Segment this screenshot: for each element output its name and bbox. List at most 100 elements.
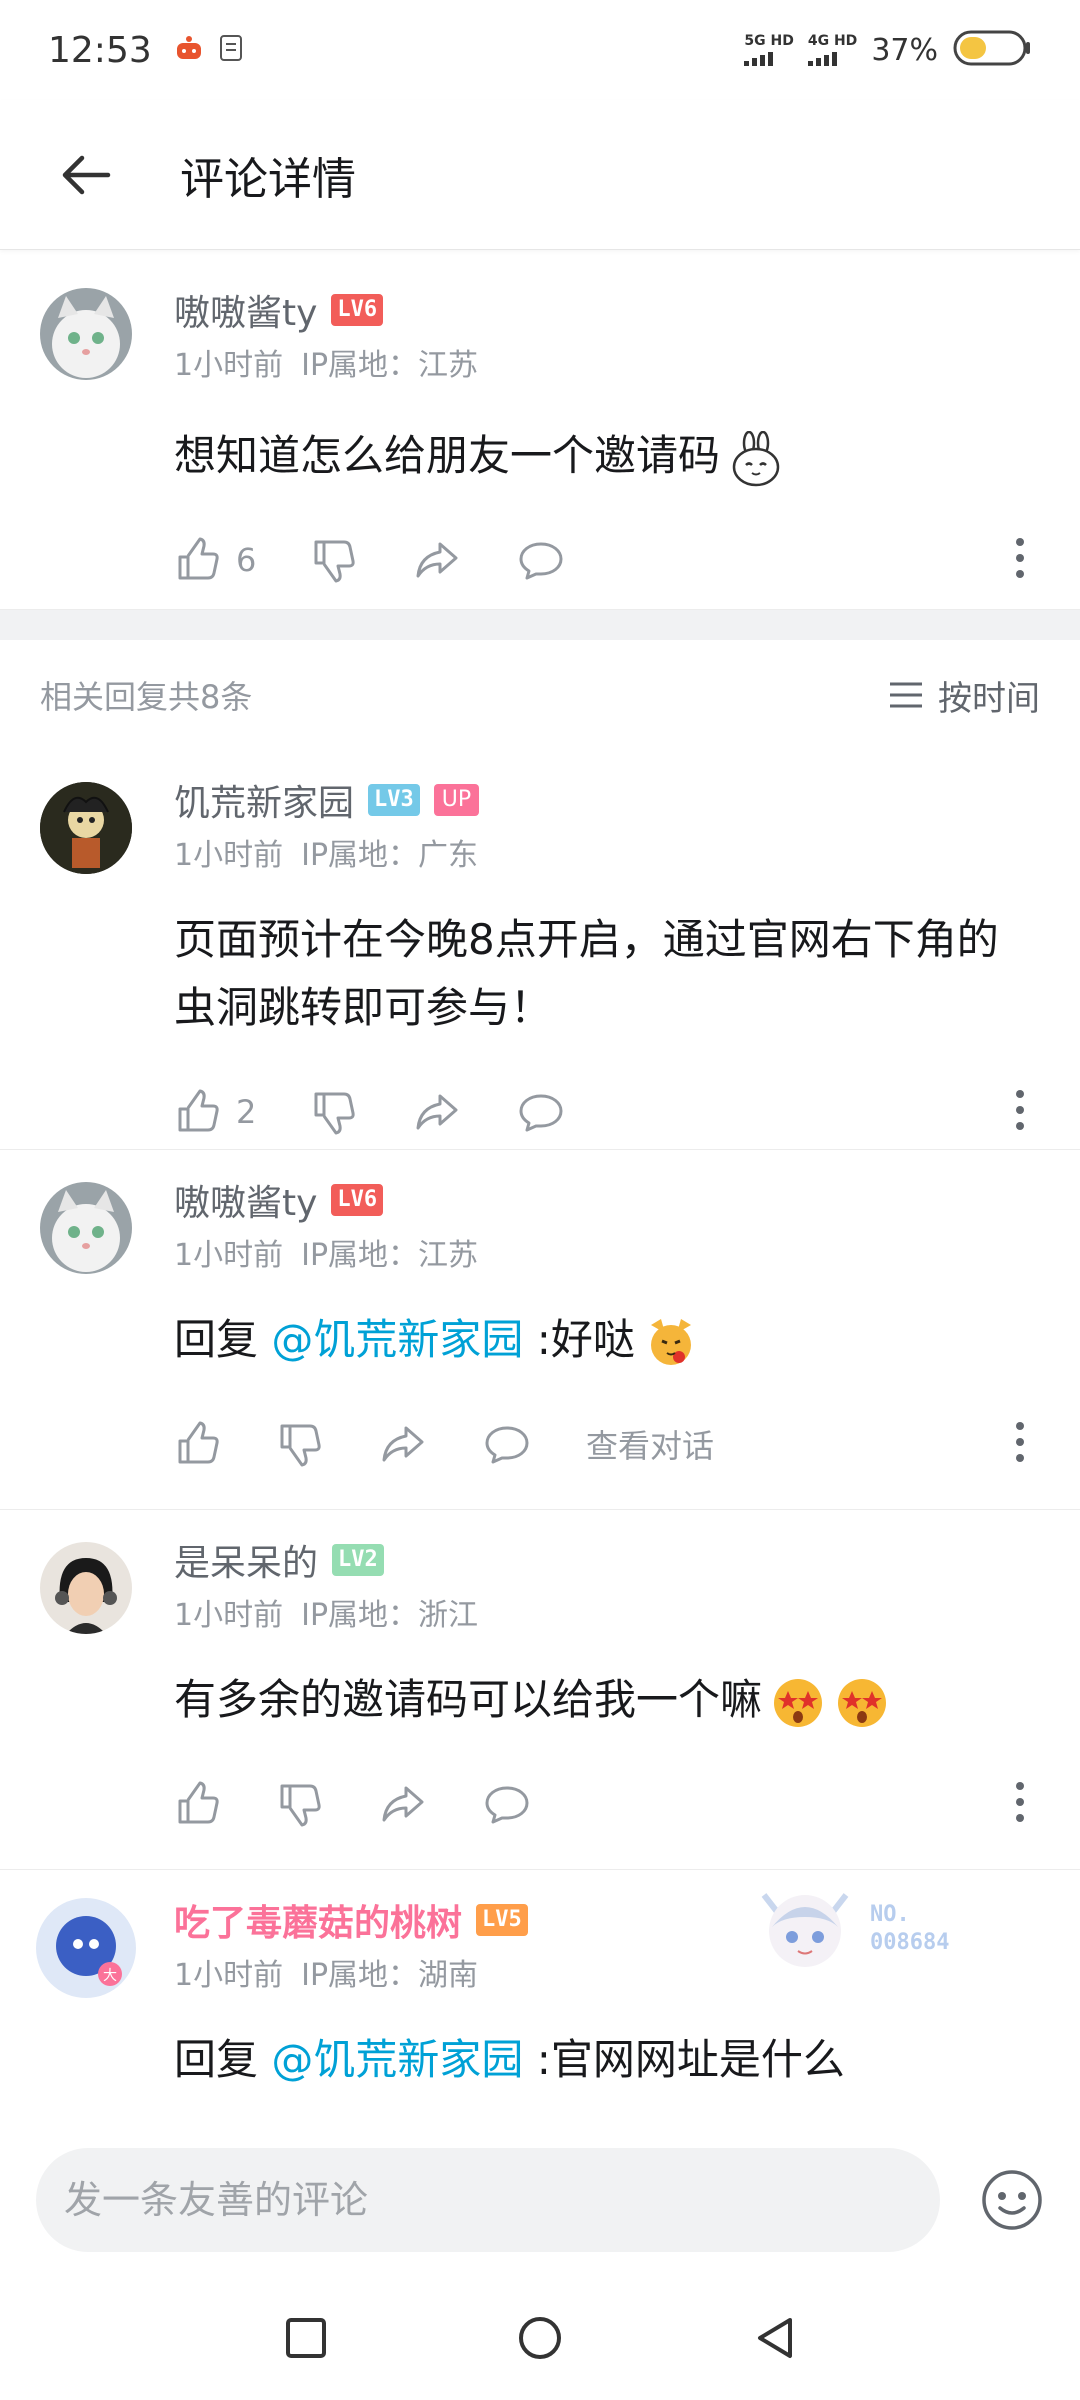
up-badge: UP bbox=[433, 784, 480, 816]
comment-text: 页面预计在今晚8点开启，通过官网右下角的虫洞跳转即可参与！ bbox=[174, 915, 999, 1032]
arrow-left-icon bbox=[62, 155, 111, 194]
reply-prefix: 回复 bbox=[174, 1315, 272, 1364]
comment-meta: 1小时前 IP属地：广东 bbox=[174, 830, 1040, 876]
badge-number: 008684 bbox=[870, 1930, 950, 1955]
like-button[interactable]: 6 bbox=[174, 536, 256, 584]
dislike-button[interactable] bbox=[310, 1088, 358, 1136]
comment-meta: 1小时前 IP属地：江苏 bbox=[174, 1230, 1040, 1276]
emoji-button[interactable] bbox=[980, 2168, 1044, 2232]
avatar[interactable]: 大 bbox=[34, 1896, 138, 2000]
more-options-button[interactable] bbox=[1010, 1088, 1030, 1136]
anime-girl-badge-icon bbox=[750, 1875, 860, 1983]
comment-meta: 1小时前 IP属地：浙江 bbox=[174, 1590, 1040, 1636]
comment-text: 有多余的邀请码可以给我一个嘛 bbox=[174, 1666, 1040, 1734]
recents-button[interactable] bbox=[284, 2316, 328, 2364]
share-button[interactable] bbox=[412, 536, 462, 584]
like-button[interactable]: 2 bbox=[174, 1088, 256, 1136]
comment-body: :好哒 bbox=[523, 1315, 635, 1364]
reply-button[interactable] bbox=[482, 1420, 532, 1468]
replies-header: 相关回复共8条 按时间 bbox=[0, 640, 1080, 750]
starry-eyes-emoji-icon bbox=[770, 1675, 826, 1731]
more-options-button[interactable] bbox=[1010, 536, 1030, 584]
avatar[interactable] bbox=[40, 1542, 132, 1634]
back-nav-button[interactable] bbox=[752, 2314, 796, 2366]
comment-time: 1小时前 bbox=[174, 1958, 284, 1993]
share-button[interactable] bbox=[412, 1088, 462, 1136]
reply-button[interactable] bbox=[516, 1088, 566, 1136]
comment-list[interactable]: 嗷嗷酱ty LV6 1小时前 IP属地：江苏 想知道怎么给朋友一个邀请码 6 相… bbox=[0, 250, 1080, 2120]
avatar[interactable] bbox=[40, 1182, 132, 1274]
like-button[interactable] bbox=[174, 1780, 222, 1828]
comment-input[interactable] bbox=[36, 2148, 940, 2252]
reply-item: 嗷嗷酱ty LV6 1小时前 IP属地：江苏 回复 @饥荒新家园 :好哒 查看对话 bbox=[0, 1150, 1080, 1510]
level-badge: LV6 bbox=[331, 294, 384, 326]
status-time: 12:53 bbox=[48, 29, 152, 71]
more-vertical-icon bbox=[1016, 1090, 1024, 1130]
reply-count: 相关回复共8条 bbox=[40, 678, 253, 716]
comment-time: 1小时前 bbox=[174, 348, 284, 383]
comment-text: 想知道怎么给朋友一个邀请码 bbox=[174, 422, 1040, 490]
username[interactable]: 是呆呆的 bbox=[174, 1534, 318, 1586]
notification-doc-icon bbox=[218, 33, 244, 67]
comment-bubble-icon bbox=[519, 1094, 563, 1132]
cat-emoji-icon bbox=[643, 1315, 699, 1371]
thumbs-down-icon bbox=[280, 1424, 321, 1467]
thumbs-down-icon bbox=[314, 540, 356, 583]
view-conversation-link[interactable]: 查看对话 bbox=[586, 1421, 714, 1467]
more-vertical-icon bbox=[1016, 538, 1024, 578]
comment-bubble-icon bbox=[485, 1426, 529, 1464]
comment-text: 回复 @饥荒新家园 :官网网址是什么 bbox=[174, 2026, 1040, 2094]
reply-button[interactable] bbox=[482, 1780, 532, 1828]
ip-location: IP属地：江苏 bbox=[301, 348, 479, 383]
square-icon bbox=[286, 2318, 326, 2358]
share-button[interactable] bbox=[378, 1780, 428, 1828]
page-title: 评论详情 bbox=[180, 153, 356, 205]
thumbs-up-icon bbox=[178, 1089, 219, 1132]
dislike-button[interactable] bbox=[276, 1780, 324, 1828]
sort-button[interactable]: 按时间 bbox=[888, 671, 1040, 720]
share-button[interactable] bbox=[378, 1420, 428, 1468]
username[interactable]: 嗷嗷酱ty bbox=[174, 1174, 317, 1226]
comment-time: 1小时前 bbox=[174, 1598, 284, 1633]
fan-badge-card[interactable]: NO. 008684 bbox=[750, 1874, 1010, 1984]
level-badge: LV2 bbox=[332, 1544, 384, 1576]
thumbs-up-icon bbox=[178, 1421, 219, 1464]
signal-sim1: 5G HD bbox=[744, 33, 794, 66]
battery-icon bbox=[952, 28, 1032, 72]
more-options-button[interactable] bbox=[1010, 1420, 1030, 1468]
share-icon bbox=[416, 542, 458, 578]
home-button[interactable] bbox=[516, 2314, 564, 2366]
comment-meta: 1小时前 IP属地：江苏 bbox=[174, 340, 1040, 386]
thumbs-up-icon bbox=[178, 537, 219, 580]
comment-text: 回复 @饥荒新家园 :好哒 bbox=[174, 1306, 1040, 1374]
avatar[interactable] bbox=[40, 288, 132, 380]
username[interactable]: 嗷嗷酱ty bbox=[174, 284, 317, 336]
reply-item: 是呆呆的 LV2 1小时前 IP属地：浙江 有多余的邀请码可以给我一个嘛 bbox=[0, 1510, 1080, 1870]
back-button[interactable] bbox=[50, 140, 120, 210]
reply-button[interactable] bbox=[516, 536, 566, 584]
share-icon bbox=[382, 1426, 424, 1462]
system-navigation-bar bbox=[0, 2280, 1080, 2400]
share-icon bbox=[416, 1094, 458, 1130]
comment-bubble-icon bbox=[485, 1786, 529, 1824]
section-divider bbox=[0, 610, 1080, 640]
username[interactable]: 吃了毒蘑菇的桃树 bbox=[174, 1894, 462, 1946]
sim1-label: 5G HD bbox=[744, 33, 794, 49]
more-vertical-icon bbox=[1016, 1422, 1024, 1462]
more-options-button[interactable] bbox=[1010, 1780, 1030, 1828]
mention-link[interactable]: @饥荒新家园 bbox=[271, 2035, 523, 2084]
reply-item: 饥荒新家园 LV3 UP 1小时前 IP属地：广东 页面预计在今晚8点开启，通过官… bbox=[0, 750, 1080, 1150]
like-button[interactable] bbox=[174, 1420, 222, 1468]
comment-body: 有多余的邀请码可以给我一个嘛 bbox=[174, 1675, 763, 1724]
avatar[interactable] bbox=[40, 782, 132, 874]
more-vertical-icon bbox=[1016, 1782, 1024, 1822]
level-badge: LV3 bbox=[368, 784, 420, 816]
starry-eyes-emoji-icon bbox=[834, 1675, 890, 1731]
dislike-button[interactable] bbox=[310, 536, 358, 584]
comment-body: 想知道怎么给朋友一个邀请码 bbox=[174, 431, 721, 480]
username[interactable]: 饥荒新家园 bbox=[174, 774, 354, 826]
dislike-button[interactable] bbox=[276, 1420, 324, 1468]
ip-location: IP属地：江苏 bbox=[301, 1238, 479, 1273]
circle-icon bbox=[519, 2317, 561, 2359]
mention-link[interactable]: @饥荒新家园 bbox=[271, 1315, 523, 1364]
